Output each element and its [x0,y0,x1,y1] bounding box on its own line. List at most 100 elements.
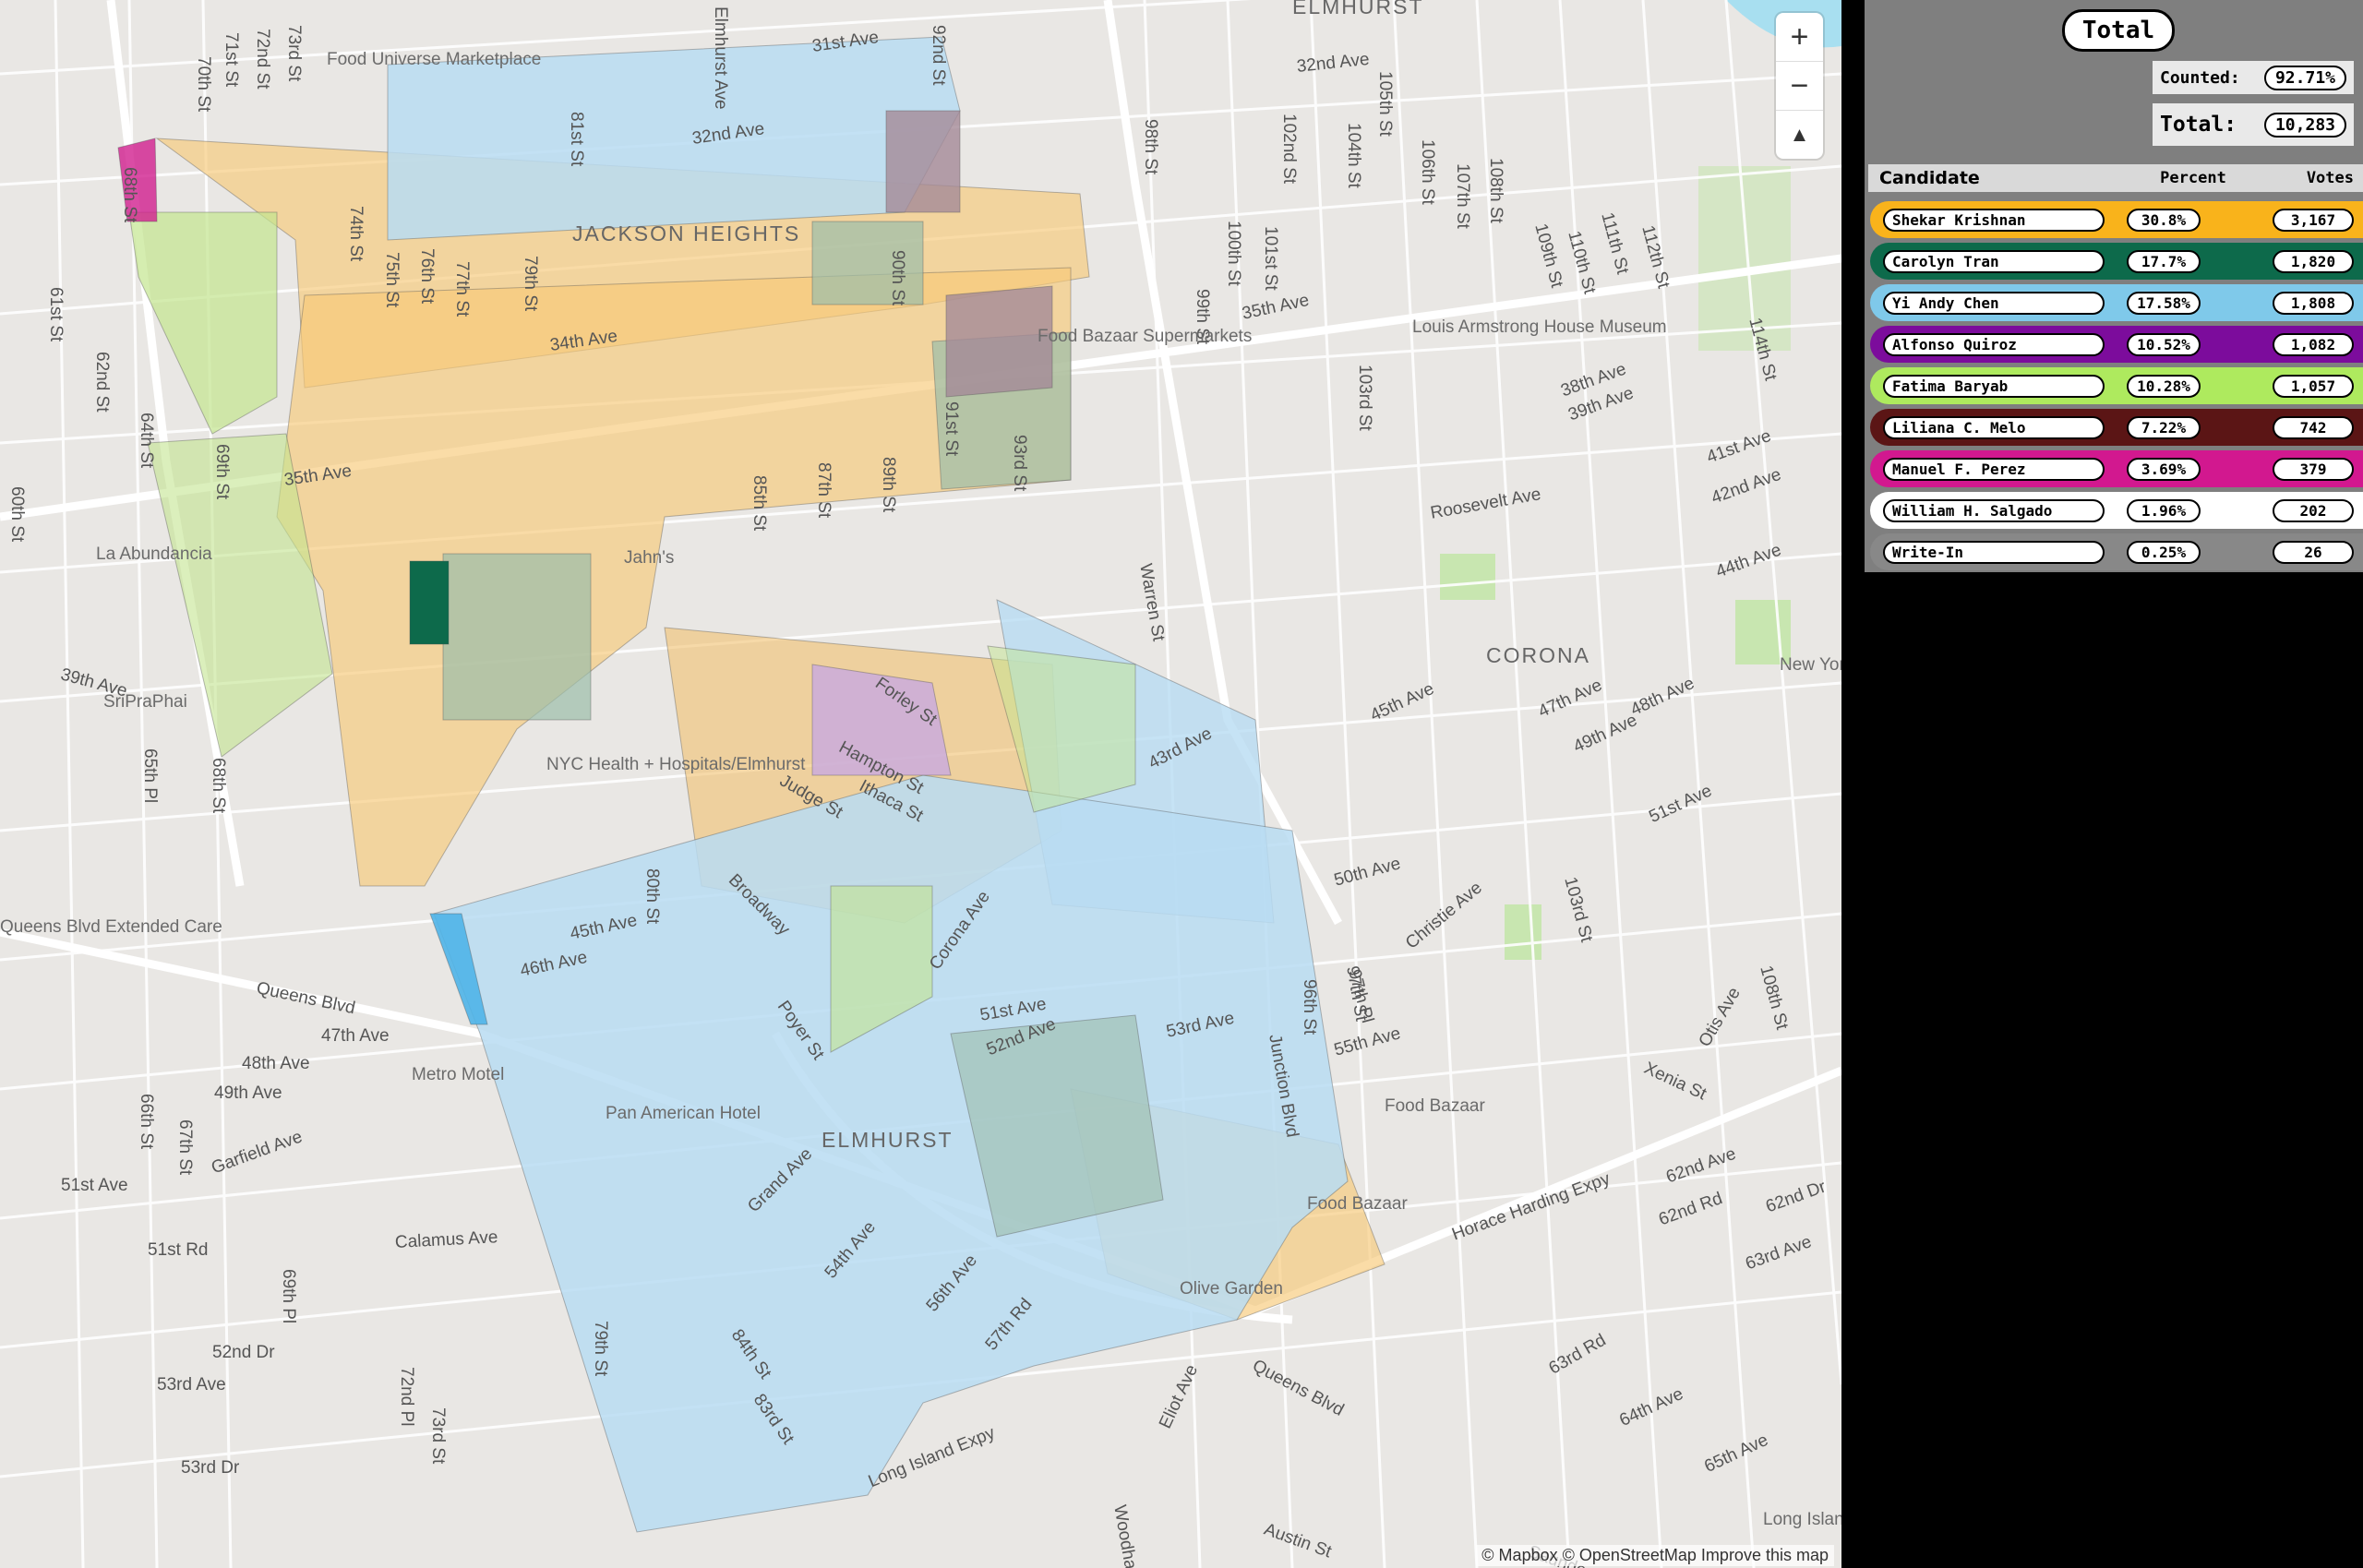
poi-food-bazaar[interactable]: Food Bazaar [1307,1194,1408,1215]
candidate-name: Yi Andy Chen [1883,291,2105,315]
candidate-row[interactable]: Carolyn Tran 17.7% 1,820 [1870,243,2363,280]
counted-label: Counted: [2160,67,2240,88]
candidate-percent: 10.28% [2127,374,2201,398]
poi-food-universe[interactable]: Food Universe Marketplace [327,50,541,70]
poi-la-abundancia[interactable]: La Abundancia [96,545,212,565]
street-label: 72nd Pl [397,1367,416,1427]
candidate-percent: 7.22% [2127,415,2201,439]
candidate-percent: 17.7% [2127,249,2201,273]
candidate-votes: 26 [2273,540,2354,564]
street-label: 70th St [194,56,213,113]
street-label: 67th St [175,1119,195,1176]
street-label: 53rd Ave [157,1375,226,1394]
street-label: 76th St [417,248,437,305]
poi-new-york-hall-of-science[interactable]: New York Hall of Science [1780,655,1841,676]
candidate-name: William H. Salgado [1883,498,2105,522]
street-label: 72nd St [253,29,272,90]
street-label: 92nd St [929,25,948,86]
candidate-row[interactable]: William H. Salgado 1.96% 202 [1870,492,2363,529]
candidate-votes: 1,082 [2273,332,2354,356]
street-label: 71st St [222,32,241,88]
poi-louis-armstrong-house[interactable]: Louis Armstrong House Museum [1412,317,1667,338]
candidate-row[interactable]: Shekar Krishnan 30.8% 3,167 [1870,201,2363,238]
results-panel: Total Counted: 92.71% Total: 10,283 Cand… [1865,0,2363,572]
candidate-votes: 742 [2273,415,2354,439]
street-label: 69th St [212,444,232,500]
candidate-name: Carolyn Tran [1883,249,2105,273]
street-label: 93rd St [1010,435,1029,492]
street-label: 48th Ave [242,1054,310,1073]
street-label: 103rd St [1355,365,1374,431]
street-label: 104th St [1344,123,1363,188]
map-canvas[interactable]: JACKSON HEIGHTS CORONA ELMHURST ELMHURST… [0,0,1841,1568]
street-label: 80th St [642,868,662,925]
street-label: 69th Pl [279,1269,298,1324]
compass-button[interactable]: ▲ [1776,111,1823,159]
candidate-name: Write-In [1883,540,2105,564]
street-label: 49th Ave [214,1083,282,1103]
street-label: 79th St [521,256,540,312]
street-label: 79th St [591,1321,610,1377]
zoom-in-button[interactable]: + [1776,13,1823,62]
candidate-row[interactable]: Manuel F. Perez 3.69% 379 [1870,450,2363,487]
poi-long-island-forest[interactable]: Long Island Forest [1763,1510,1841,1530]
street-label: 61st St [46,287,66,342]
candidate-name: Alfonso Quiroz [1883,332,2105,356]
candidate-row[interactable]: Write-In 0.25% 26 [1870,533,2363,570]
street-label: 87th St [814,462,834,519]
candidate-row[interactable]: Alfonso Quiroz 10.52% 1,082 [1870,326,2363,363]
zoom-control: + − ▲ [1776,13,1823,159]
street-label: 73rd St [428,1407,448,1465]
street-label: 90th St [888,250,907,306]
candidate-name: Shekar Krishnan [1883,208,2105,232]
street-label: 101st St [1261,226,1280,291]
table-header: Candidate Percent Votes [1868,164,2363,192]
candidate-percent: 0.25% [2127,540,2201,564]
candidate-percent: 1.96% [2127,498,2201,522]
street-label: 106th St [1418,139,1437,205]
poi-jahns[interactable]: Jahn's [624,548,674,569]
poi-sripraphai[interactable]: SriPraPhai [103,692,187,712]
street-label: 91st St [942,401,961,457]
candidate-percent: 17.58% [2127,291,2201,315]
street-label: 73rd St [284,25,304,82]
counted-value: 92.71% [2263,65,2346,90]
poi-food-bazaar-supermarkets[interactable]: Food Bazaar Supermarkets [1038,327,1252,347]
poi-metro-motel[interactable]: Metro Motel [412,1065,504,1085]
candidate-votes: 202 [2273,498,2354,522]
label-corona: CORONA [1486,643,1590,667]
candidate-votes: 1,057 [2273,374,2354,398]
street-label: 52nd Dr [212,1343,275,1362]
header-votes: Votes [2306,169,2354,187]
poi-queens-blvd-extended-care[interactable]: Queens Blvd Extended Care [0,917,222,938]
street-label: 75th St [382,252,402,308]
candidate-row[interactable]: Liliana C. Melo 7.22% 742 [1870,409,2363,446]
total-value: 10,283 [2263,112,2346,138]
candidate-name: Manuel F. Perez [1883,457,2105,481]
street-label: 96th St [1300,979,1319,1035]
street-label: 47th Ave [321,1026,390,1046]
candidate-votes: 379 [2273,457,2354,481]
candidate-votes: 1,808 [2273,291,2354,315]
street-label: 100th St [1224,221,1243,286]
street-label: 74th St [346,206,366,262]
poi-olive-garden[interactable]: Olive Garden [1180,1279,1283,1299]
candidate-name: Liliana C. Melo [1883,415,2105,439]
candidate-row[interactable]: Fatima Baryab 10.28% 1,057 [1870,367,2363,404]
poi-pan-american-hotel[interactable]: Pan American Hotel [606,1104,761,1124]
label-elmhurst: ELMHURST [822,1128,954,1152]
candidate-row[interactable]: Yi Andy Chen 17.58% 1,808 [1870,284,2363,321]
poi-food-bazaar[interactable]: Food Bazaar [1385,1096,1485,1117]
map-attribution[interactable]: © Mapbox © OpenStreetMap Improve this ma… [1476,1545,1834,1566]
street-label: 81st St [567,112,586,167]
label-elmhurst-north: ELMHURST [1292,0,1424,18]
street-label: 51st Rd [148,1240,209,1260]
street-label: 105th St [1375,71,1395,137]
counted-row: Counted: 92.71% [2153,61,2354,94]
street-label: 64th St [137,413,156,469]
zoom-out-button[interactable]: − [1776,62,1823,111]
candidate-name: Fatima Baryab [1883,374,2105,398]
street-label: 65th Pl [140,748,160,804]
street-label: 62nd St [92,352,112,413]
poi-nyc-health-hospitals[interactable]: NYC Health + Hospitals/Elmhurst [546,755,805,775]
